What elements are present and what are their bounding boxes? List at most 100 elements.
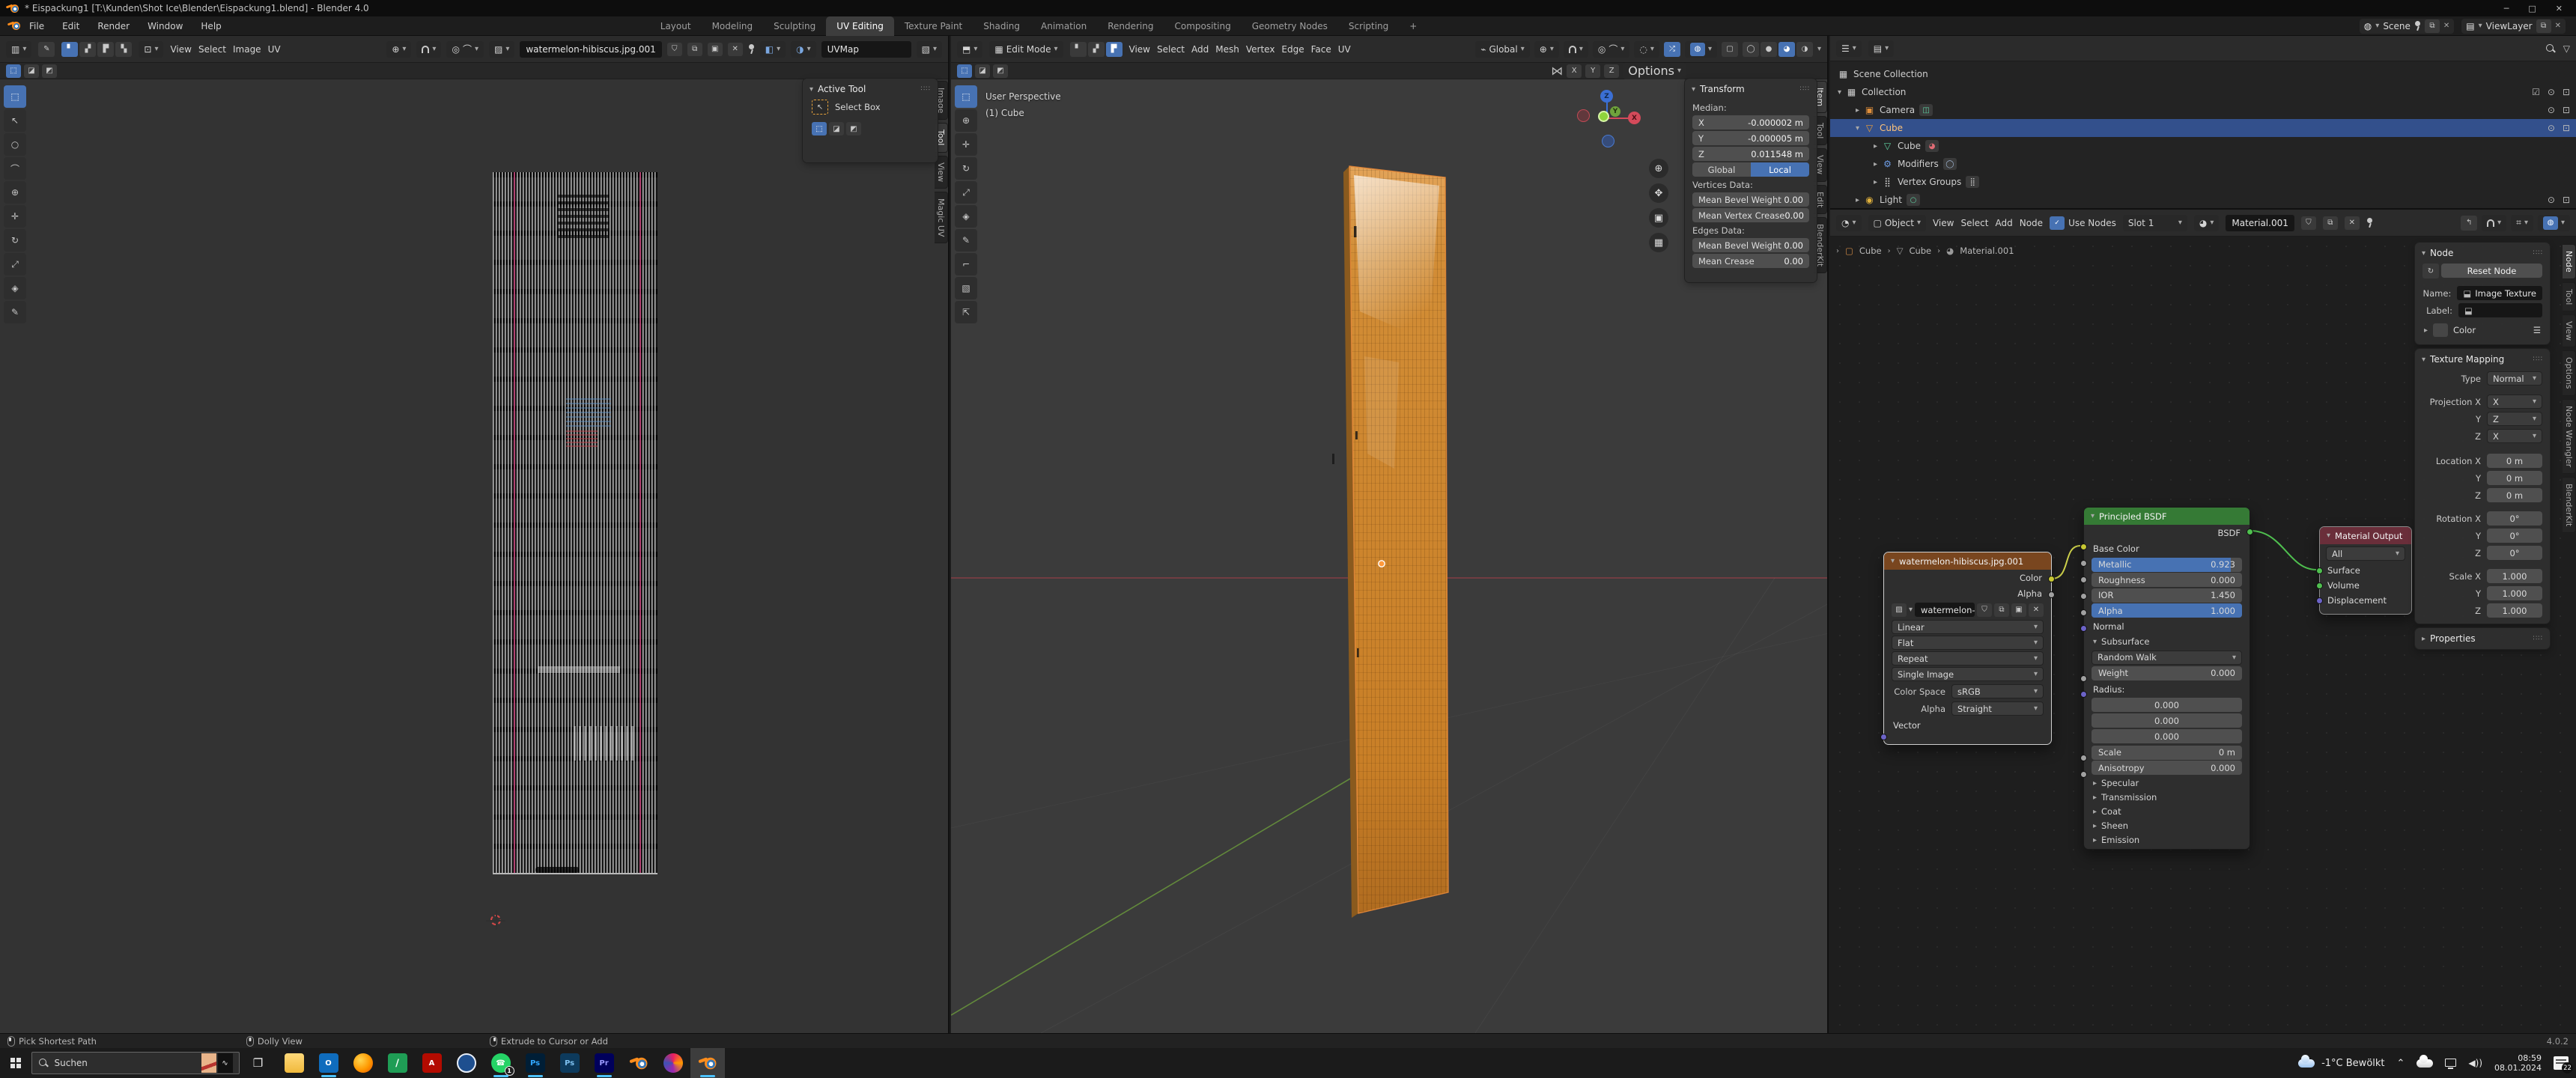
uv-tool-tweak[interactable]: ↖ <box>4 109 26 132</box>
outlook-icon[interactable]: O <box>319 1053 338 1073</box>
properties-panel-collapsed[interactable]: ▸Properties∷∷ <box>2415 628 2550 649</box>
workspace-shading[interactable]: Shading <box>973 16 1030 36</box>
zoom-button[interactable]: ⊕ <box>1649 159 1668 178</box>
output-target-dropdown[interactable]: All▾ <box>2326 546 2405 561</box>
collapse-icon[interactable]: ▾ <box>2327 532 2330 540</box>
outliner-row-collection[interactable]: ▾ ▦ Collection ☑⊙⊡ <box>1830 83 2576 101</box>
metallic-slider[interactable]: Metallic0.923 <box>2092 558 2242 572</box>
expand-icon[interactable]: ▸ <box>2424 326 2428 335</box>
vp-proportional-button[interactable]: ◎⌒▾ <box>1593 41 1630 58</box>
outliner-row-cube-selected[interactable]: ▾ ▽ Cube ⊙⊡ <box>1830 119 2576 137</box>
delete-scene-icon[interactable]: ✕ <box>2443 22 2449 30</box>
visibility-dropdown[interactable]: ◌▾ <box>1634 41 1659 58</box>
workspace-texture-paint[interactable]: Texture Paint <box>894 16 973 36</box>
roughness-slider[interactable]: Roughness0.000 <box>2092 573 2242 587</box>
mean-bevel-weight-field[interactable]: Mean Bevel Weight0.00 <box>1692 192 1809 207</box>
maximize-button[interactable]: □ <box>2528 4 2536 13</box>
volume-icon[interactable]: ◀)) <box>2468 1058 2482 1068</box>
weather-widget[interactable]: -1°C Bewölkt <box>2298 1058 2384 1069</box>
gizmo-z-neg[interactable] <box>1602 135 1614 147</box>
mean-vertex-crease-field[interactable]: Mean Vertex Crease0.00 <box>1692 208 1809 222</box>
scale-z-field[interactable]: 1.000 <box>2487 603 2542 618</box>
collapse-icon[interactable]: ▾ <box>1692 85 1695 94</box>
base-color-input-socket[interactable] <box>2080 543 2087 550</box>
collapse-icon[interactable]: ▾ <box>1891 557 1895 565</box>
vp-tool-annotate[interactable]: ✎ <box>955 229 977 252</box>
uv-menu-select[interactable]: Select <box>198 44 226 55</box>
onedrive-icon[interactable] <box>2416 1059 2433 1068</box>
vp-menu-uv[interactable]: UV <box>1338 44 1351 55</box>
mirror-z-toggle[interactable]: Z <box>1604 64 1619 78</box>
roughness-input-socket[interactable] <box>2080 576 2087 583</box>
xray-toggle[interactable]: ▢ <box>1722 42 1738 57</box>
coat-section[interactable]: ▸Coat <box>2084 805 2250 819</box>
scale-y-field[interactable]: 1.000 <box>2487 586 2542 600</box>
node-name-field[interactable]: ⬓Image Texture <box>2457 286 2542 300</box>
node-folder-icon[interactable]: ▣ <box>2011 603 2026 617</box>
uv-tool-select-circle[interactable]: ○ <box>4 133 26 156</box>
node-label-field[interactable]: ⬓ <box>2458 303 2542 317</box>
global-button[interactable]: Global <box>1692 162 1751 177</box>
shader-tab-node[interactable]: Node <box>2563 244 2576 279</box>
shader-menu-node[interactable]: Node <box>2020 218 2043 228</box>
blender-menu-icon[interactable] <box>7 22 20 30</box>
uv-sticky-select-button[interactable]: ⊡▾ <box>139 41 163 58</box>
uv-mask-display-button[interactable]: ◑▾ <box>791 41 816 58</box>
material-browse-button[interactable]: ◕▾ <box>2194 215 2220 231</box>
vp-select-mode-subtract-button[interactable]: ◩ <box>993 64 1008 78</box>
ior-slider[interactable]: IOR1.450 <box>2092 588 2242 603</box>
navigation-gizmo[interactable]: Z X Y <box>1582 90 1664 172</box>
vector-input-socket[interactable] <box>1880 734 1887 740</box>
outliner-scene-display-button[interactable]: ▤▾ <box>1868 40 1894 57</box>
shader-editor-type-button[interactable]: ◔▾ <box>1836 215 1862 231</box>
unlink-material-button[interactable]: ✕ <box>2345 216 2360 230</box>
ior-input-socket[interactable] <box>2080 593 2087 600</box>
rotation-z-field[interactable]: 0° <box>2487 546 2542 560</box>
premiere-icon[interactable]: Pr <box>595 1053 614 1073</box>
tool-mode-subtract-button[interactable]: ◩ <box>846 122 861 135</box>
expand-icon[interactable]: ▾ <box>1838 88 1841 97</box>
clock-widget[interactable]: 08:59 08.01.2024 <box>2494 1053 2542 1073</box>
uv-image-browse-button[interactable]: ▨▾ <box>489 41 514 58</box>
uv-tool-move[interactable]: ✛ <box>4 205 26 228</box>
uv-editor-type-button[interactable]: ▥▾ <box>6 41 31 58</box>
mode-dropdown[interactable]: ▦Edit Mode▾ <box>989 41 1063 58</box>
uv-select-vertex-button[interactable]: ▘ <box>61 42 78 57</box>
alpha-input-socket[interactable] <box>2080 609 2087 616</box>
uv-edit-pencil-icon[interactable]: ✎ <box>38 42 55 57</box>
median-z-field[interactable]: Z0.011548 m <box>1692 147 1809 161</box>
uv-2d-cursor[interactable] <box>489 913 502 927</box>
mirror-y-toggle[interactable]: Y <box>1585 64 1600 78</box>
edge-bevel-weight-field[interactable]: Mean Bevel Weight0.00 <box>1692 238 1809 252</box>
workspace-compositing[interactable]: Compositing <box>1164 16 1241 36</box>
expand-icon[interactable]: ▸ <box>1856 196 1859 204</box>
expand-icon[interactable]: ▸ <box>1874 178 1877 186</box>
slot-dropdown[interactable]: Slot 1▾ <box>2123 215 2187 231</box>
viewport-editor-type-button[interactable]: ⬒▾ <box>957 41 982 58</box>
acrobat-icon[interactable]: A <box>422 1053 442 1073</box>
pan-hand-button[interactable]: ✥ <box>1649 183 1668 203</box>
weight-input-socket[interactable] <box>2080 675 2087 682</box>
projection-dropdown[interactable]: Flat▾ <box>1892 636 2044 650</box>
gizmo-z-axis[interactable]: Z <box>1600 90 1613 103</box>
workspace-rendering[interactable]: Rendering <box>1097 16 1164 36</box>
start-button[interactable] <box>10 1058 21 1068</box>
radius-z-field[interactable]: 0.000 <box>2092 729 2242 743</box>
delete-viewlayer-icon[interactable]: ✕ <box>2555 22 2561 30</box>
vp-tool-measure[interactable]: ⌐ <box>955 253 977 275</box>
network-icon[interactable] <box>2445 1059 2456 1067</box>
vp-select-mode-extend-button[interactable]: ◪ <box>975 64 990 78</box>
uv-tab-magic-uv[interactable]: Magic UV <box>935 192 948 243</box>
uvmap-field[interactable]: UVMap <box>821 41 911 58</box>
list-icon[interactable]: ☰ <box>2533 325 2541 335</box>
node-image-browse-icon[interactable]: ▨ <box>1892 603 1907 617</box>
uv-tool-select-lasso[interactable]: ⌒ <box>4 157 26 180</box>
gizmo-center[interactable] <box>1598 111 1609 122</box>
file-explorer-icon[interactable] <box>285 1053 304 1073</box>
uv-image-display-button[interactable]: ▧▾ <box>917 41 942 58</box>
subsurface-scale-slider[interactable]: Scale0 m <box>2092 746 2242 760</box>
outliner-row-cube-mesh[interactable]: ▸ ▽ Cube ◕ <box>1830 137 2576 155</box>
shader-type-dropdown[interactable]: ▢Object▾ <box>1868 215 1926 231</box>
hide-eye-icon[interactable]: ⊙ <box>2548 105 2555 115</box>
median-y-field[interactable]: Y-0.000005 m <box>1692 131 1809 145</box>
